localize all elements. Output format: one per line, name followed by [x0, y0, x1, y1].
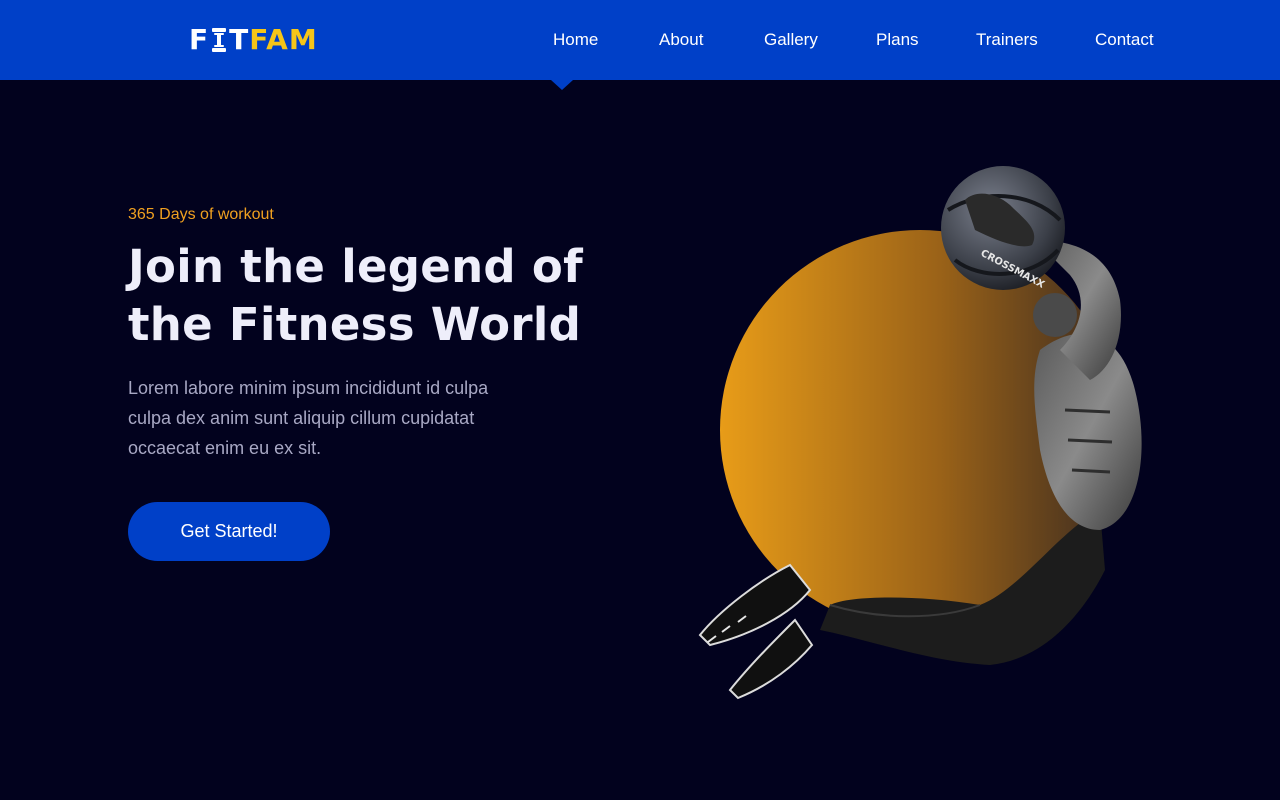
logo-letter-f: F [189, 23, 210, 56]
hero-title-line-2: the Fitness World [128, 298, 582, 351]
hero-description: Lorem labore minim ipsum incididunt id c… [128, 373, 568, 463]
active-nav-indicator [551, 80, 573, 90]
hero-description-line-1: Lorem labore minim ipsum incididunt id c… [128, 378, 489, 398]
logo-letter-t: T [229, 23, 250, 56]
get-started-button[interactable]: Get Started! [128, 502, 330, 561]
hero-description-line-3: occaecat enim eu ex sit. [128, 438, 322, 458]
top-navbar: F T FAM Home About Gallery Plans Trainer… [0, 0, 1280, 80]
hero-illustration: CROSSMAXX [680, 150, 1200, 730]
nav-item-gallery[interactable]: Gallery [764, 27, 818, 53]
logo-fam: FAM [249, 23, 318, 56]
athlete-head [1033, 293, 1077, 337]
nav-item-trainers[interactable]: Trainers [976, 27, 1038, 53]
dumbbell-icon [212, 28, 227, 52]
nav-item-home[interactable]: Home [553, 27, 598, 53]
nav-item-about[interactable]: About [659, 27, 703, 53]
brand-logo[interactable]: F T FAM [189, 24, 318, 56]
hero-description-line-2: culpa dex anim sunt aliquip cillum cupid… [128, 408, 475, 428]
hero-title: Join the legend of the Fitness World [128, 238, 628, 354]
athlete-illustration: CROSSMAXX [698, 166, 1142, 700]
nav-item-plans[interactable]: Plans [876, 27, 919, 53]
logo-fit: F T [189, 24, 249, 56]
nav-item-contact[interactable]: Contact [1095, 27, 1154, 53]
hero-title-line-1: Join the legend of [128, 240, 584, 293]
hero-eyebrow: 365 Days of workout [128, 206, 274, 223]
